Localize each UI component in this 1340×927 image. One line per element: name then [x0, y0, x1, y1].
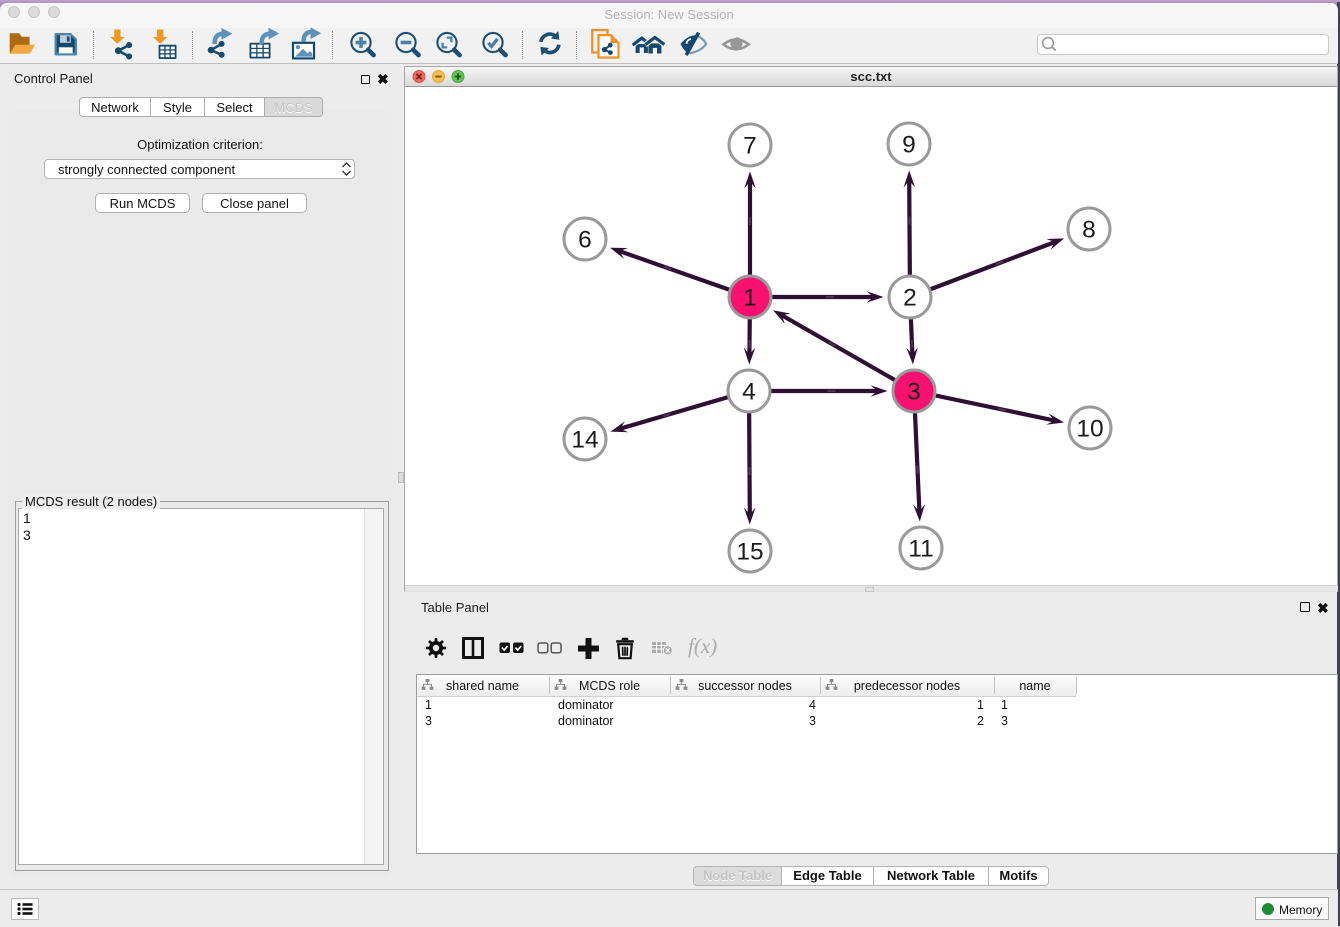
- svg-text:10: 10: [1076, 416, 1103, 443]
- svg-text:1: 1: [743, 285, 757, 312]
- svg-text:11: 11: [908, 536, 933, 563]
- svg-text:14: 14: [571, 427, 598, 454]
- svg-text:9: 9: [902, 132, 916, 159]
- svg-text:2: 2: [903, 285, 917, 312]
- svg-text:8: 8: [1082, 217, 1096, 244]
- svg-text:15: 15: [736, 539, 763, 566]
- svg-text:6: 6: [578, 227, 592, 254]
- svg-text:7: 7: [743, 133, 757, 160]
- svg-text:4: 4: [742, 379, 756, 406]
- svg-text:3: 3: [907, 379, 921, 406]
